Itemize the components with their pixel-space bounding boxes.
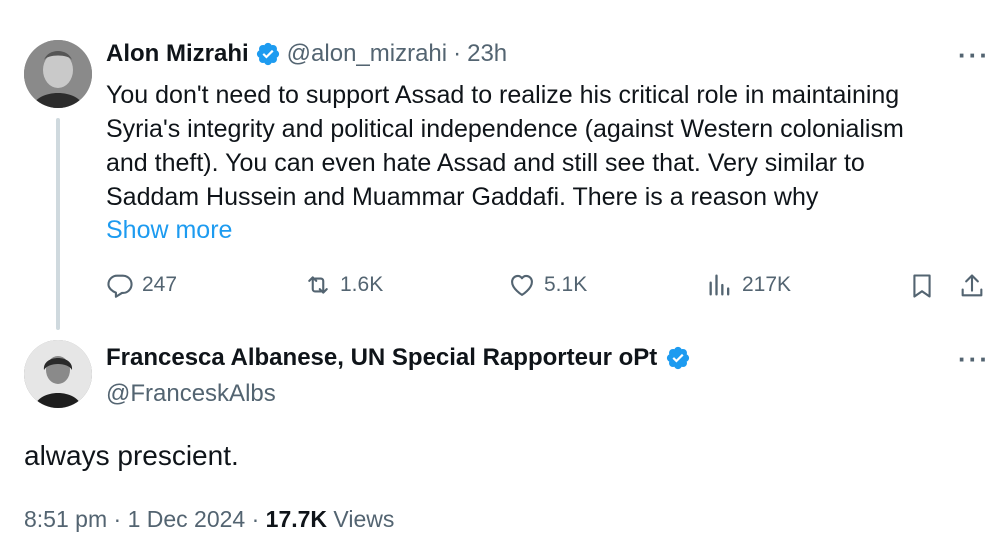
avatar-alon[interactable]	[24, 40, 92, 108]
verified-badge-icon	[667, 346, 690, 370]
reply-count: 247	[142, 273, 178, 296]
views-icon	[709, 274, 730, 296]
views-button[interactable]: 217K	[706, 271, 791, 299]
reply-button[interactable]: 247	[106, 271, 177, 299]
views-label: Views	[333, 506, 395, 532]
reply-tweet-header: Francesca Albanese, UN Special Rapporteu…	[106, 344, 691, 372]
tweet-body: You don't need to support Assad to reali…	[106, 78, 986, 214]
author-name[interactable]: Francesca Albanese, UN Special Rapporteu…	[106, 344, 657, 372]
repost-count: 1.6K	[340, 273, 384, 296]
like-button[interactable]: 5.1K	[508, 271, 587, 299]
quoted-tweet-header: Alon Mizrahi @alon_mizrahi · 23h	[106, 40, 507, 68]
tweet-body-line: and theft). You can even hate Assad and …	[106, 149, 865, 177]
separator-dot: ·	[251, 506, 260, 532]
tweet-time[interactable]: 8:51 pm	[24, 506, 107, 532]
avatar-francesca[interactable]	[24, 340, 92, 408]
tweet-age[interactable]: 23h	[467, 40, 507, 68]
avatar-image	[24, 40, 92, 108]
share-icon	[961, 274, 983, 297]
separator-dot: ·	[113, 506, 122, 532]
like-count: 5.1K	[544, 273, 588, 296]
bookmark-icon	[913, 274, 931, 298]
author-handle[interactable]: @FranceskAlbs	[106, 380, 276, 408]
tweet-date[interactable]: 1 Dec 2024	[128, 506, 246, 532]
thread-line	[56, 118, 60, 330]
reply-icon	[107, 274, 133, 298]
author-name[interactable]: Alon Mizrahi	[106, 40, 249, 68]
like-icon	[511, 274, 533, 296]
verified-badge-icon	[256, 42, 279, 66]
views-count: 217K	[742, 273, 792, 296]
repost-icon	[308, 276, 328, 294]
bookmark-button[interactable]	[908, 272, 936, 305]
more-icon[interactable]: ···	[958, 344, 990, 375]
avatar-image	[24, 340, 92, 408]
views-total: 17.7K	[265, 506, 328, 532]
show-more-link[interactable]: Show more	[106, 216, 232, 245]
share-button[interactable]	[958, 272, 986, 305]
tweet-body-line: You don't need to support Assad to reali…	[106, 81, 900, 109]
tweet-body-line: Syria's integrity and political independ…	[106, 115, 904, 143]
more-icon[interactable]: ···	[958, 40, 990, 71]
reply-body: always prescient.	[24, 440, 239, 471]
tweet-metadata: 8:51 pm · 1 Dec 2024 · 17.7K Views	[24, 506, 394, 533]
author-handle[interactable]: @alon_mizrahi	[287, 40, 447, 68]
tweet-body-line: Saddam Hussein and Muammar Gaddafi. Ther…	[106, 183, 819, 211]
repost-button[interactable]: 1.6K	[304, 271, 383, 299]
separator-dot: ·	[453, 40, 462, 67]
